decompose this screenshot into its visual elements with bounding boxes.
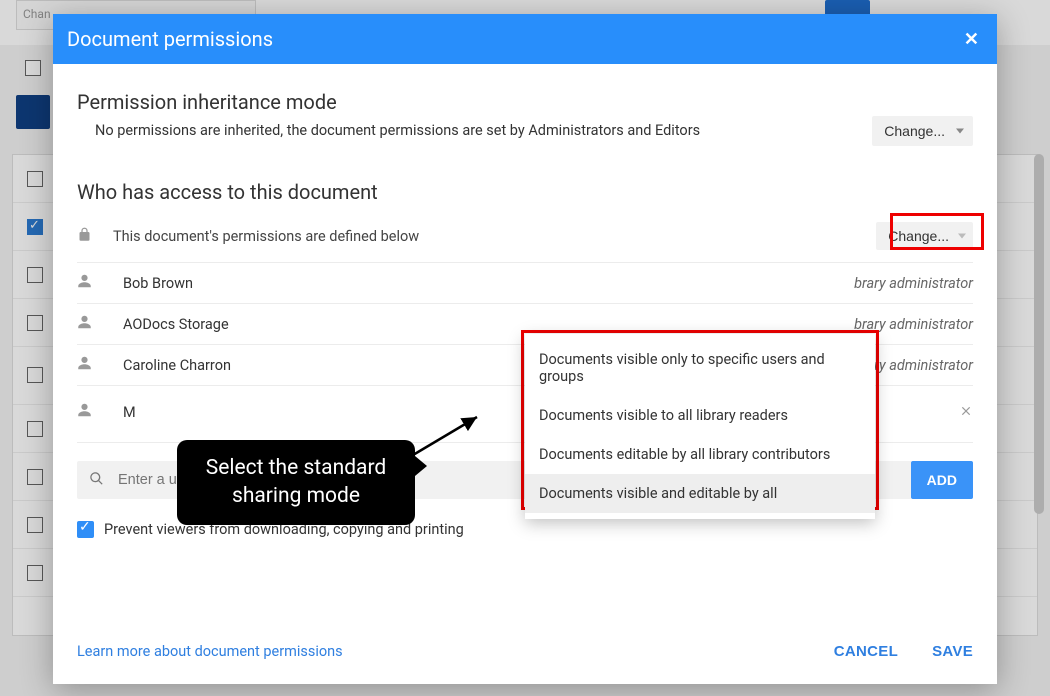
user-role: brary administrator xyxy=(854,275,973,292)
bg-scrollbar xyxy=(1034,154,1044,514)
close-button[interactable]: ✕ xyxy=(964,29,979,50)
user-name: Bob Brown xyxy=(105,275,193,292)
inheritance-change-button[interactable]: Change... xyxy=(872,116,973,146)
user-row: Bob Brown brary administrator xyxy=(77,263,973,304)
user-icon xyxy=(77,273,105,293)
annotation-callout: Select the standard sharing mode xyxy=(177,440,415,525)
access-heading: Who has access to this document xyxy=(77,180,973,204)
user-name: AODocs Storage xyxy=(105,316,229,333)
search-icon xyxy=(89,471,104,490)
user-name: M xyxy=(105,404,136,421)
access-locked-text: This document's permissions are defined … xyxy=(105,228,876,245)
user-name: Caroline Charron xyxy=(105,357,231,374)
add-user-button[interactable]: ADD xyxy=(911,461,973,499)
user-role: brary administrator xyxy=(854,316,973,333)
save-button[interactable]: SAVE xyxy=(932,643,973,660)
dropdown-option[interactable]: Documents editable by all library contri… xyxy=(525,435,875,474)
learn-more-link[interactable]: Learn more about document permissions xyxy=(77,643,343,660)
cancel-button[interactable]: CANCEL xyxy=(834,643,898,660)
user-icon xyxy=(77,314,105,334)
permissions-modal: Document permissions ✕ Permission inheri… xyxy=(53,14,997,684)
bg-select-all-checkbox xyxy=(25,60,41,76)
access-change-label: Change... xyxy=(888,228,949,244)
modal-header: Document permissions ✕ xyxy=(53,14,997,64)
sharing-mode-dropdown: Documents visible only to specific users… xyxy=(525,334,875,519)
access-change-button[interactable]: Change... xyxy=(876,222,973,250)
checkbox-checked-icon[interactable] xyxy=(77,521,94,538)
dropdown-option[interactable]: Documents visible only to specific users… xyxy=(525,340,875,396)
dropdown-option[interactable]: Documents visible to all library readers xyxy=(525,396,875,435)
inheritance-heading: Permission inheritance mode xyxy=(77,90,973,114)
caret-down-icon xyxy=(956,129,964,134)
callout-line: sharing mode xyxy=(199,482,393,510)
remove-user-button[interactable] xyxy=(959,403,973,422)
modal-body: Permission inheritance mode No permissio… xyxy=(53,64,997,624)
user-icon xyxy=(77,402,105,422)
inheritance-change-label: Change... xyxy=(884,123,945,139)
user-icon xyxy=(77,355,105,375)
inheritance-description: No permissions are inherited, the docume… xyxy=(95,120,872,142)
access-header-row: This document's permissions are defined … xyxy=(77,210,973,263)
caret-down-icon xyxy=(958,234,966,239)
modal-footer: Learn more about document permissions CA… xyxy=(53,624,997,684)
lock-icon xyxy=(77,226,105,247)
callout-line: Select the standard xyxy=(199,454,393,482)
bg-action-button xyxy=(16,95,50,129)
dropdown-option[interactable]: Documents visible and editable by all xyxy=(525,474,875,513)
modal-title: Document permissions xyxy=(67,27,273,51)
